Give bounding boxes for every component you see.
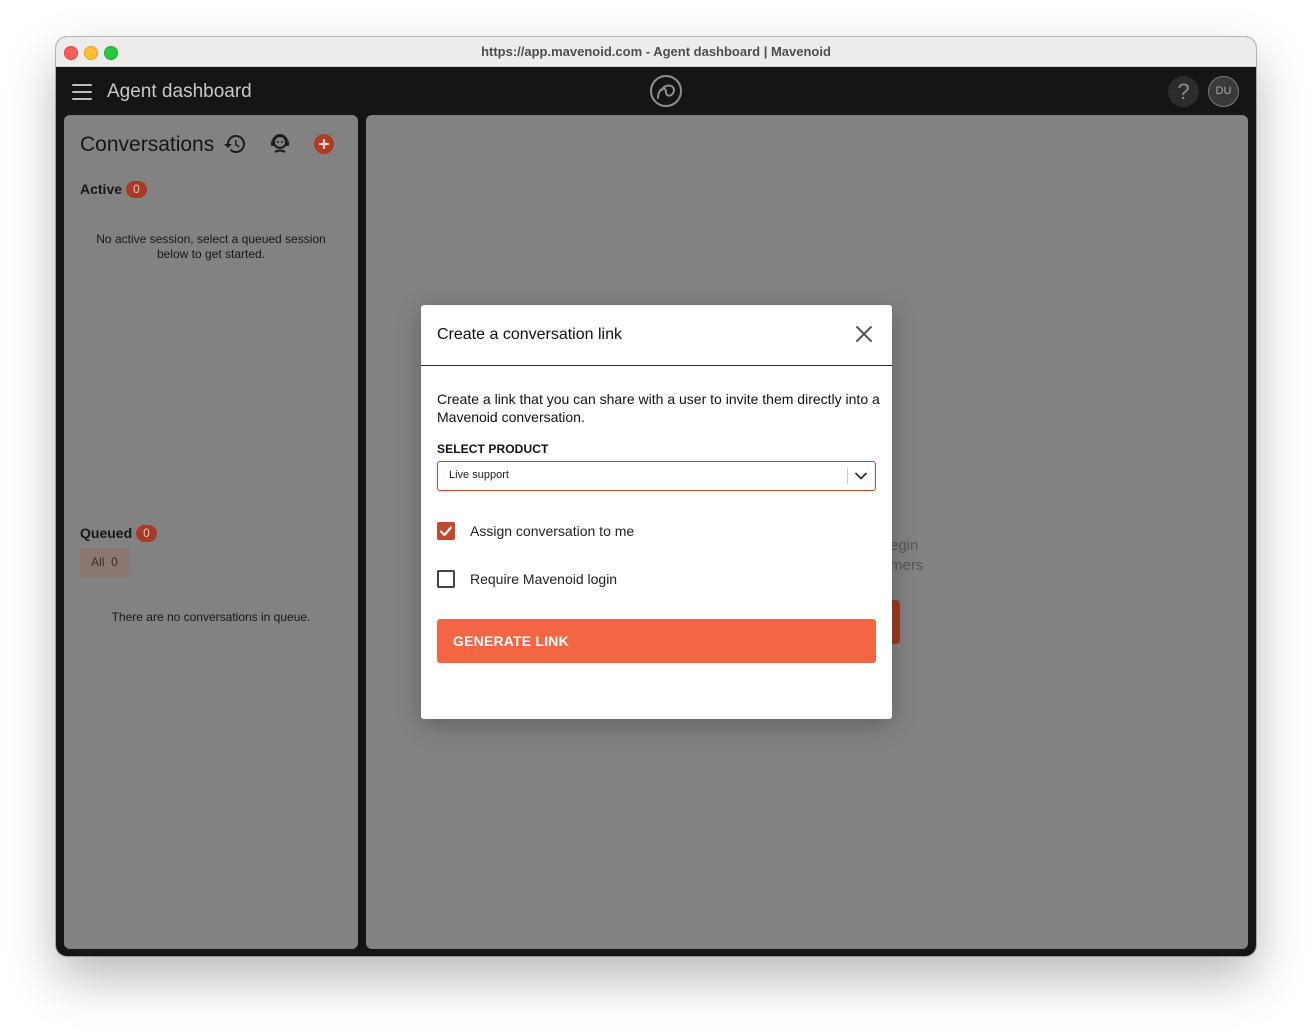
dialog-description: Create a link that you can share with a … xyxy=(437,391,880,425)
help-icon: ? xyxy=(1177,79,1190,104)
queued-label: Queued xyxy=(80,525,133,541)
filter-label: All xyxy=(91,555,105,569)
active-label: Active xyxy=(80,181,123,197)
queued-count-badge: 0 xyxy=(136,525,157,542)
queued-section-label: Queued 0 xyxy=(80,525,157,542)
conversations-sidebar: Conversations Active 0 No active session,… xyxy=(64,115,358,949)
dialog-header: Create a conversation link xyxy=(421,305,892,366)
active-count-badge: 0 xyxy=(126,181,147,198)
title-bar: https://app.mavenoid.com - Agent dashboa… xyxy=(56,37,1256,67)
check-icon xyxy=(439,526,453,537)
avatar[interactable]: DU xyxy=(1208,76,1239,107)
menu-icon[interactable] xyxy=(72,84,92,100)
login-label: Require Mavenoid login xyxy=(470,571,618,587)
create-link-dialog: Create a conversation link Create a link… xyxy=(421,305,892,719)
chevron-down-icon[interactable] xyxy=(854,469,868,483)
close-icon[interactable] xyxy=(853,323,875,345)
history-icon[interactable] xyxy=(223,132,247,156)
generate-link-button[interactable]: GENERATE LINK xyxy=(437,619,876,663)
zoom-window-button[interactable] xyxy=(104,46,118,60)
select-separator xyxy=(847,468,848,484)
queue-empty-text: There are no conversations in queue. xyxy=(111,610,311,624)
assign-label: Assign conversation to me xyxy=(470,523,635,539)
mavenoid-logo-icon xyxy=(650,75,682,107)
select-product-label: SELECT PRODUCT xyxy=(437,442,549,456)
login-checkbox[interactable] xyxy=(437,570,455,588)
product-select-value: Live support xyxy=(449,469,509,481)
background-text-line2: mers xyxy=(890,557,924,574)
conversations-title: Conversations xyxy=(80,133,215,156)
background-text-line1: egin xyxy=(890,537,919,554)
queue-filter-all[interactable]: All 0 xyxy=(80,548,129,577)
app-title: Agent dashboard xyxy=(107,81,252,102)
dialog-title: Create a conversation link xyxy=(437,326,622,343)
add-icon[interactable] xyxy=(312,132,336,156)
assign-checkbox[interactable] xyxy=(437,522,455,540)
minimize-window-button[interactable] xyxy=(84,46,98,60)
agent-icon[interactable] xyxy=(268,132,292,156)
app-bar: Agent dashboard ? DU xyxy=(56,67,1256,115)
filter-count: 0 xyxy=(111,555,118,569)
product-select[interactable]: Live support xyxy=(437,461,876,491)
active-section-label: Active 0 xyxy=(80,181,147,198)
close-window-button[interactable] xyxy=(64,46,78,60)
window-title: https://app.mavenoid.com - Agent dashboa… xyxy=(481,44,831,59)
active-empty-text: No active session, select a queued sessi… xyxy=(96,232,326,261)
help-button[interactable]: ? xyxy=(1168,76,1199,107)
